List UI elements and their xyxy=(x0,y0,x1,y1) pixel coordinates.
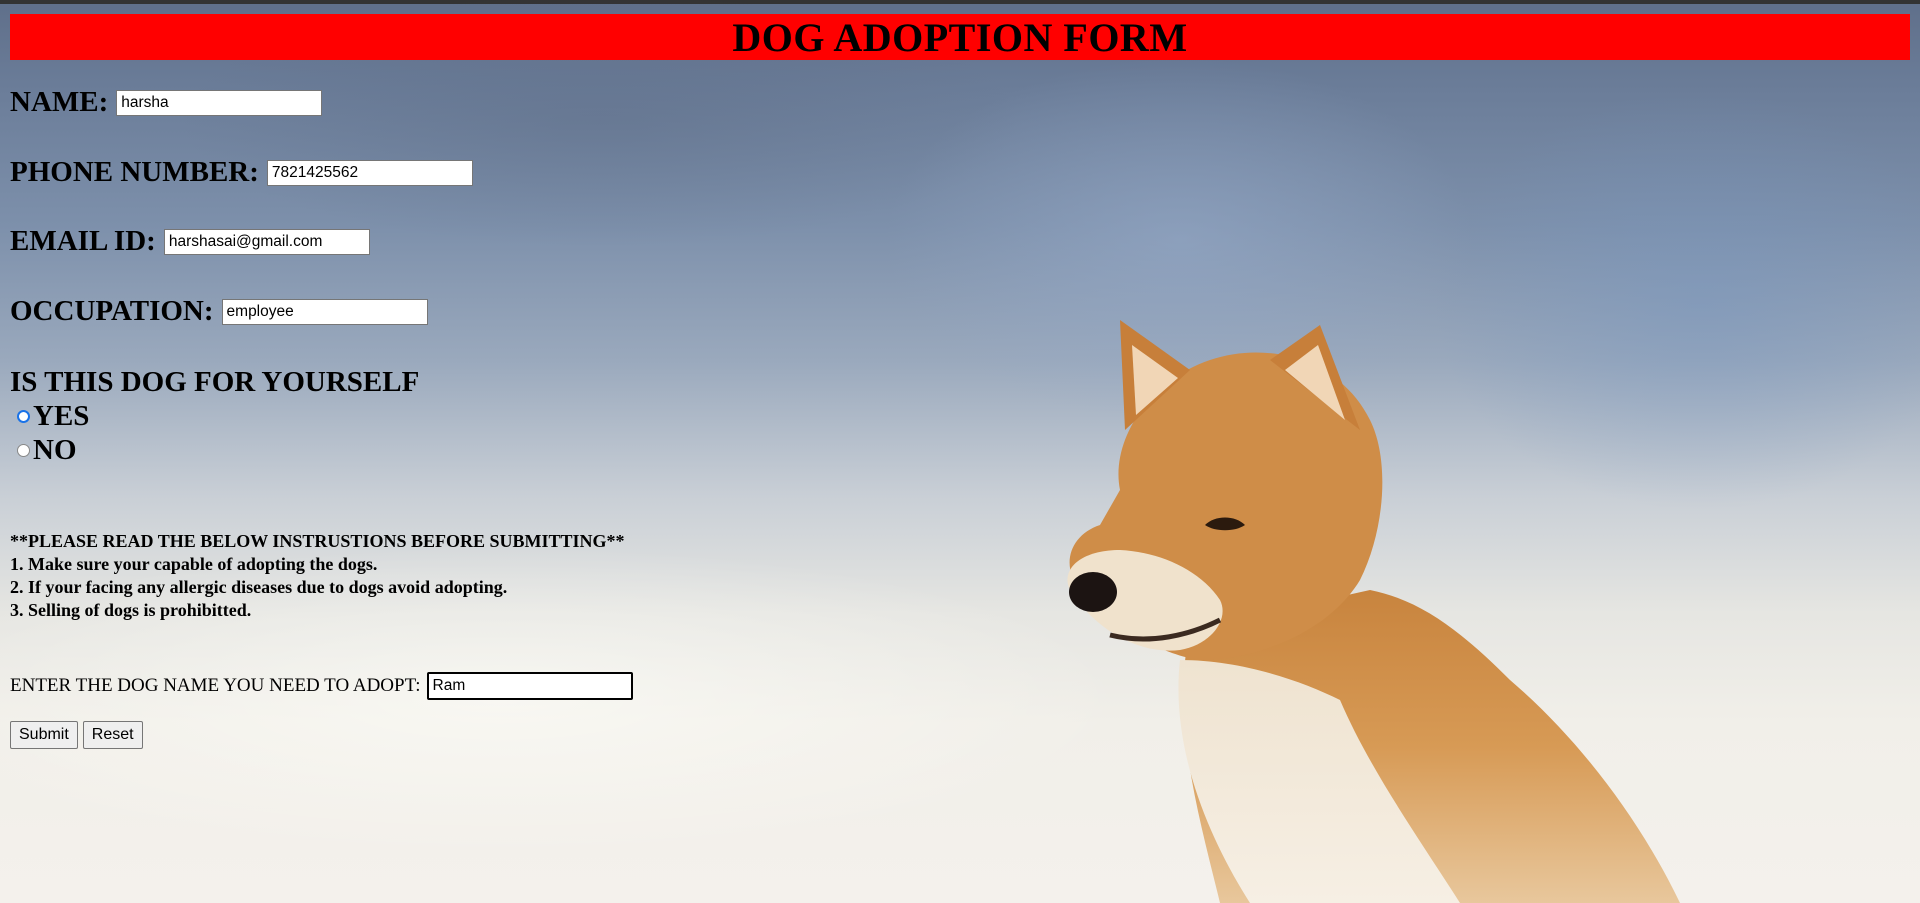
instruction-item: 1. Make sure your capable of adopting th… xyxy=(10,554,378,574)
reset-button[interactable]: Reset xyxy=(82,721,143,749)
instruction-item: 3. Selling of dogs is prohibitted. xyxy=(10,600,252,620)
dog-name-input[interactable] xyxy=(426,672,633,700)
phone-input[interactable] xyxy=(266,159,473,186)
page-title: DOG ADOPTION FORM xyxy=(732,14,1188,60)
window-top-border xyxy=(0,0,1920,4)
radio-yes-button[interactable] xyxy=(17,410,30,423)
email-input[interactable] xyxy=(163,228,370,255)
header-bar: DOG ADOPTION FORM xyxy=(10,14,1910,60)
radio-yes[interactable]: YES xyxy=(10,400,89,433)
radio-no[interactable]: NO xyxy=(10,434,77,467)
name-input[interactable] xyxy=(116,89,323,116)
question-label: IS THIS DOG FOR YOURSELF xyxy=(10,366,420,398)
instruction-item: 2. If your facing any allergic diseases … xyxy=(10,577,508,597)
name-label: NAME: xyxy=(10,86,109,118)
radio-no-button[interactable] xyxy=(17,444,30,457)
name-row: NAME: xyxy=(10,86,323,119)
submit-button[interactable]: Submit xyxy=(10,721,78,749)
email-row: EMAIL ID: xyxy=(10,225,370,258)
phone-row: PHONE NUMBER: xyxy=(10,156,473,189)
occupation-row: OCCUPATION: xyxy=(10,295,428,328)
radio-no-label: NO xyxy=(33,434,77,466)
dog-name-label: ENTER THE DOG NAME YOU NEED TO ADOPT: xyxy=(10,675,421,696)
occupation-input[interactable] xyxy=(221,298,428,325)
instructions: **PLEASE READ THE BELOW INSTRUSTIONS BEF… xyxy=(10,530,625,622)
form-buttons: Submit Reset xyxy=(10,721,143,749)
dog-name-row: ENTER THE DOG NAME YOU NEED TO ADOPT: xyxy=(10,672,633,700)
email-label: EMAIL ID: xyxy=(10,225,156,257)
radio-yes-label: YES xyxy=(33,400,90,432)
phone-label: PHONE NUMBER: xyxy=(10,156,259,188)
dog-image xyxy=(1067,320,1680,903)
instructions-heading: **PLEASE READ THE BELOW INSTRUSTIONS BEF… xyxy=(10,531,625,551)
occupation-label: OCCUPATION: xyxy=(10,295,214,327)
